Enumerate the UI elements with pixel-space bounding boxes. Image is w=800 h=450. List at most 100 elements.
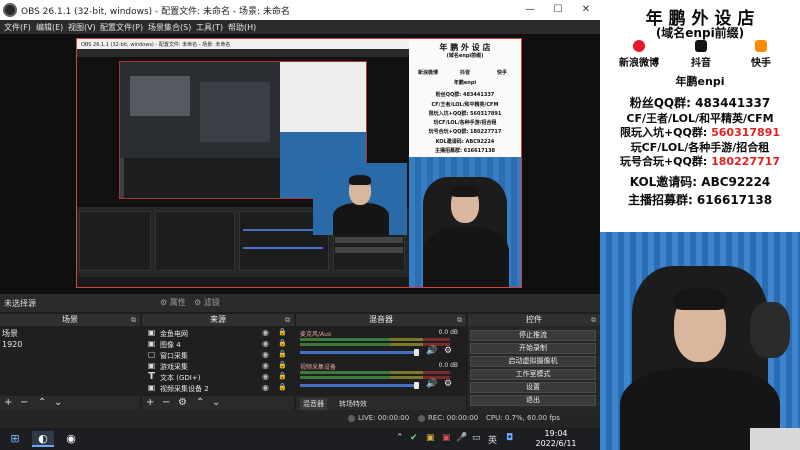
scene-item[interactable]: 场景 <box>2 328 18 339</box>
track-name: 麦克风/Aux <box>300 331 332 338</box>
add-scene-icon[interactable]: + <box>4 397 12 408</box>
taskbar-clock[interactable]: 19:04 2022/6/11 <box>524 429 588 449</box>
dock-float-icon[interactable]: ⧉ <box>285 314 290 326</box>
sources-list[interactable]: ▣ 金鱼电网 ◉ 🔒 ▣ 图像 4 ◉ 🔒 ▢ 窗口采集 ◉ 🔒 ▣ 游戏采集 … <box>142 326 294 396</box>
microphone-icon[interactable]: 🎤 <box>456 433 467 443</box>
minimize-button[interactable]: — <box>516 0 544 20</box>
speaker-icon[interactable]: 🔊 <box>426 346 437 356</box>
rec-time: REC: 00:00:00 <box>428 414 479 422</box>
scene-item[interactable]: 1920 <box>2 340 22 349</box>
audio-mixer-dock: 混音器 ⧉ 麦克风/Aux 0.0 dB 🔊 ⚙ 视频采集设备 0.0 dB 🔊… <box>296 314 466 410</box>
move-up-icon[interactable]: ⌃ <box>38 397 46 408</box>
tray-app-icon[interactable]: ▣ <box>442 433 451 443</box>
menu-edit[interactable]: 编辑(E) <box>36 22 63 33</box>
menu-file[interactable]: 文件(F) <box>4 22 31 33</box>
close-button[interactable]: ✕ <box>572 0 600 20</box>
filters-button[interactable]: ⚙ 滤镜 <box>194 297 220 308</box>
remove-scene-icon[interactable]: − <box>20 397 28 408</box>
dock-float-icon[interactable]: ⧉ <box>131 314 136 326</box>
tab-transitions[interactable]: 转场特效 <box>336 398 370 410</box>
visibility-eye-icon[interactable]: ◉ <box>262 372 269 381</box>
menu-help[interactable]: 帮助(H) <box>228 22 256 33</box>
poster-group1-label: 限玩入坑+QQ群: <box>619 126 712 139</box>
lock-icon[interactable]: 🔒 <box>278 372 287 380</box>
menu-profile[interactable]: 配置文件(P) <box>100 22 143 33</box>
exit-button[interactable]: 退出 <box>470 395 596 406</box>
preview-area[interactable]: OBS 26.1.1 (32-bit, windows) - 配置文件: 未命名… <box>0 34 600 294</box>
menu-view[interactable]: 视图(V) <box>68 22 96 33</box>
tray-app-icon[interactable]: ▣ <box>426 433 435 443</box>
douyin-icon <box>695 40 707 52</box>
poster-subtitle: (域名enpi前缀) <box>655 26 745 40</box>
volume-fader[interactable] <box>300 384 417 387</box>
lock-icon[interactable]: 🔒 <box>278 350 287 358</box>
tray-app-icon[interactable]: ◘ <box>506 433 513 443</box>
lock-icon[interactable]: 🔒 <box>278 328 287 336</box>
properties-button[interactable]: ⚙ 属性 <box>160 297 186 308</box>
nested-fader <box>243 247 323 249</box>
dock-float-icon[interactable]: ⧉ <box>457 314 462 326</box>
title-bar: OBS 26.1.1 (32-bit, windows) - 配置文件: 未命名… <box>0 0 600 20</box>
mixer-track-video: 视频采集设备 0.0 dB 🔊 ⚙ <box>298 362 462 394</box>
visibility-eye-icon[interactable]: ◉ <box>262 328 269 337</box>
weibo-label: 新浪微博 <box>619 58 659 69</box>
network-icon[interactable]: ▭ <box>472 433 481 443</box>
lock-icon[interactable]: 🔒 <box>278 339 287 347</box>
tray-expand-icon[interactable]: ⌃ <box>396 433 404 443</box>
studio-mode-button[interactable]: 工作室模式 <box>470 369 596 380</box>
move-down-icon[interactable]: ⌄ <box>212 397 220 408</box>
mixer-track-mic: 麦克风/Aux 0.0 dB 🔊 ⚙ <box>298 329 462 361</box>
track-name: 视频采集设备 <box>300 364 337 371</box>
visibility-eye-icon[interactable]: ◉ <box>262 339 269 348</box>
scenes-list[interactable]: 场景 1920 <box>0 326 140 396</box>
track-settings-gear-icon[interactable]: ⚙ <box>444 379 452 389</box>
lock-icon[interactable]: 🔒 <box>278 361 287 369</box>
volume-fader[interactable] <box>300 351 417 354</box>
move-down-icon[interactable]: ⌄ <box>54 397 62 408</box>
stop-streaming-button[interactable]: 停止推流 <box>470 330 596 341</box>
nested-button <box>335 247 403 253</box>
source-name: 金鱼电网 <box>160 330 188 338</box>
kuaishou-icon <box>755 40 767 52</box>
start-virtual-camera-button[interactable]: 启动虚拟摄像机 <box>470 356 596 367</box>
nested-webcam <box>313 163 407 235</box>
poster-small-kuaishou: 快手 <box>496 70 507 76</box>
ime-indicator[interactable]: 英 <box>488 433 497 446</box>
source-item[interactable]: ▣ 视频采集设备 2 ◉ 🔒 <box>144 383 292 393</box>
fader-knob[interactable] <box>414 349 419 356</box>
menu-tools[interactable]: 工具(T) <box>196 22 223 33</box>
windows-start-icon[interactable]: ⊞ <box>4 431 26 447</box>
preview-canvas[interactable]: OBS 26.1.1 (32-bit, windows) - 配置文件: 未命名… <box>76 38 522 288</box>
menu-scene-collection[interactable]: 场景集合(S) <box>148 22 191 33</box>
source-item[interactable]: ▣ 图像 4 ◉ 🔒 <box>144 339 292 349</box>
source-settings-gear-icon[interactable]: ⚙ <box>178 397 187 408</box>
move-up-icon[interactable]: ⌃ <box>196 397 204 408</box>
source-item[interactable]: ▣ 金鱼电网 ◉ 🔒 <box>144 328 292 338</box>
scenes-header: 场景 ⧉ <box>0 314 140 326</box>
source-item[interactable]: ▢ 窗口采集 ◉ 🔒 <box>144 350 292 360</box>
speaker-icon[interactable]: 🔊 <box>426 379 437 389</box>
poster-group1-number: 560317891 <box>711 126 781 139</box>
lock-icon[interactable]: 🔒 <box>278 383 287 391</box>
settings-button[interactable]: 设置 <box>470 382 596 393</box>
start-recording-button[interactable]: 开始录制 <box>470 343 596 354</box>
visibility-eye-icon[interactable]: ◉ <box>262 383 269 392</box>
tab-mixer[interactable]: 混音器 <box>300 398 327 410</box>
obs-taskbar-icon[interactable]: ◉ <box>60 431 82 447</box>
browser-app-icon[interactable]: ◐ <box>32 431 54 447</box>
remove-source-icon[interactable]: − <box>162 397 170 408</box>
maximize-button[interactable]: ☐ <box>544 0 572 20</box>
track-settings-gear-icon[interactable]: ⚙ <box>444 346 452 356</box>
dock-float-icon[interactable]: ⧉ <box>591 314 596 326</box>
add-source-icon[interactable]: + <box>146 397 154 408</box>
source-item[interactable]: T 文本 (GDI+) ◉ 🔒 <box>144 372 292 383</box>
volume-meter <box>300 371 450 374</box>
visibility-eye-icon[interactable]: ◉ <box>262 361 269 370</box>
poster-small-line: 玩号合玩+QQ群: 180227717 <box>428 129 502 135</box>
nested-fader <box>243 229 323 231</box>
fader-knob[interactable] <box>414 382 419 389</box>
tray-app-icon[interactable]: ✔ <box>410 433 418 443</box>
source-name: 图像 4 <box>160 341 181 349</box>
visibility-eye-icon[interactable]: ◉ <box>262 350 269 359</box>
source-item[interactable]: ▣ 游戏采集 ◉ 🔒 <box>144 361 292 371</box>
